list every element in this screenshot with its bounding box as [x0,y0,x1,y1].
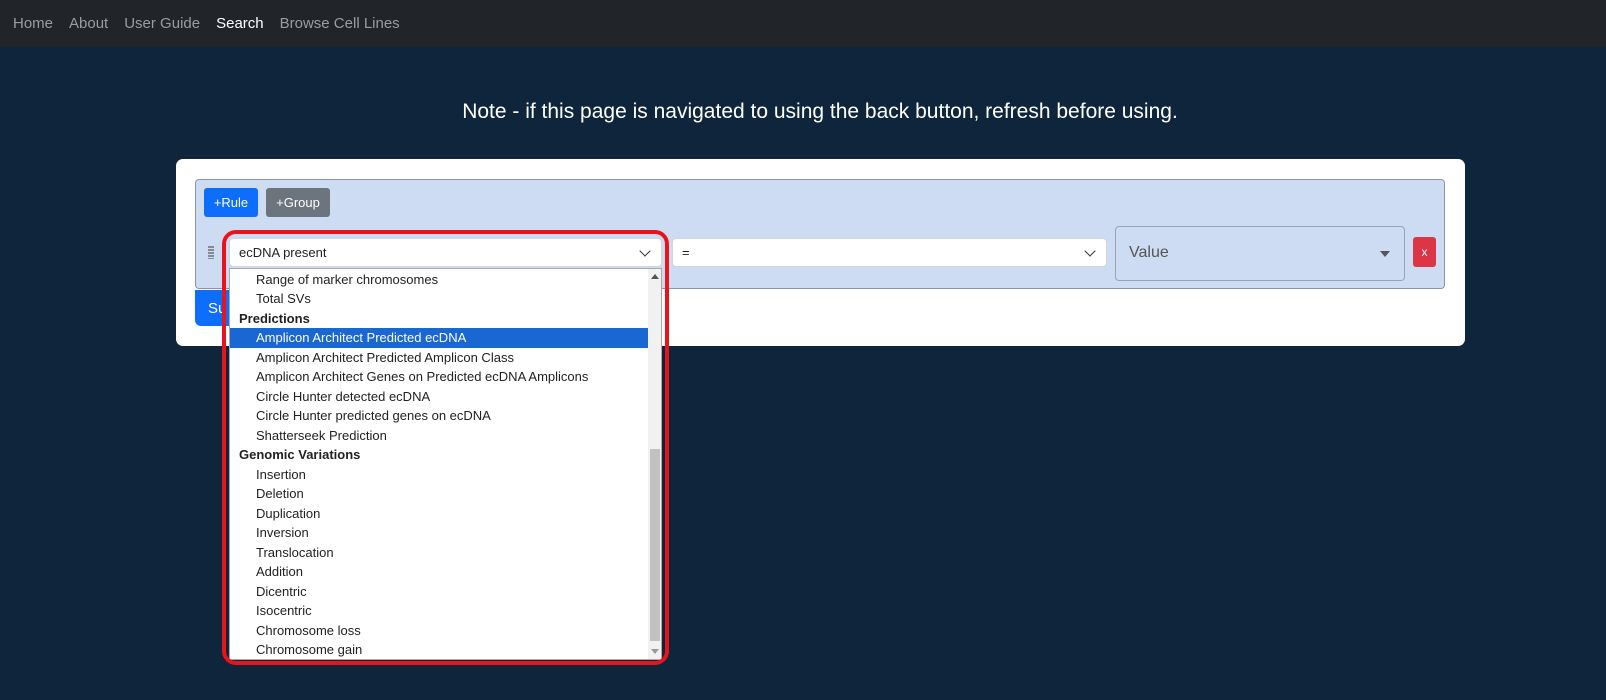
dropdown-option[interactable]: Insertion [230,465,648,485]
dropdown-option[interactable]: Shatterseek Prediction [230,426,648,446]
dropdown-option[interactable]: Circle Hunter predicted genes on ecDNA [230,406,648,426]
option-group-header: Predictions [239,310,310,326]
scroll-down-icon[interactable] [651,649,659,654]
navbar: Home About User Guide Search Browse Cell Lin… [0,0,1606,47]
dropdown-option[interactable]: Amplicon Architect Predicted Amplicon Cl… [230,348,648,368]
field-select[interactable]: ecDNA present [229,238,662,267]
operator-select-value: = [682,245,690,260]
dropdown-option[interactable]: Inversion [230,523,648,543]
dropdown-option[interactable]: Dicentric [230,582,648,602]
value-placeholder: Value [1129,244,1169,261]
dropdown-option[interactable]: Isocentric [230,601,648,621]
scrollbar[interactable] [648,269,661,659]
dropdown-option[interactable]: Chromosome loss [230,621,648,641]
dropdown-option[interactable]: Range of marker chromosomes [230,270,648,290]
option-group-header: Genomic Variations [239,447,361,462]
nav-link-search[interactable]: Search [216,15,264,32]
dropdown-option[interactable]: Duplication [230,504,648,524]
field-select-value: ecDNA present [239,245,327,260]
operator-select[interactable]: = [672,238,1107,267]
dropdown-option[interactable]: Total SVs [230,289,648,309]
dropdown-option[interactable]: Addition [230,562,648,582]
dropdown-option[interactable]: Chromosome gain [230,640,648,660]
dropdown-option[interactable]: Circle Hunter detected ecDNA [230,387,648,407]
delete-rule-button[interactable]: x [1413,237,1436,267]
scrollbar-thumb[interactable] [650,449,660,641]
add-group-button[interactable]: +Group [266,188,330,217]
value-select[interactable]: Value [1115,226,1405,281]
nav-link-browse-cell-lines[interactable]: Browse Cell Lines [280,15,400,32]
dropdown-option[interactable]: Amplicon Architect Genes on Predicted ec… [230,367,648,387]
chevron-down-icon [1084,245,1096,257]
dropdown-option[interactable]: Amplicon Architect Predicted ecDNA [230,328,648,348]
dropdown-option[interactable]: Deletion [230,484,648,504]
nav-link-home[interactable]: Home [13,15,53,32]
page-note: Note - if this page is navigated to usin… [462,100,1178,123]
scroll-up-icon[interactable] [651,274,659,279]
drag-handle-icon[interactable] [208,246,214,259]
nav-link-about[interactable]: About [69,15,108,32]
dropdown-option[interactable]: Translocation [230,543,648,563]
chevron-down-icon [639,245,651,257]
caret-down-icon [1380,251,1390,257]
nav-link-user-guide[interactable]: User Guide [124,15,200,32]
field-dropdown-list[interactable]: Range of marker chromosomes Total SVs Pred… [229,268,662,660]
add-rule-button[interactable]: +Rule [204,188,258,217]
